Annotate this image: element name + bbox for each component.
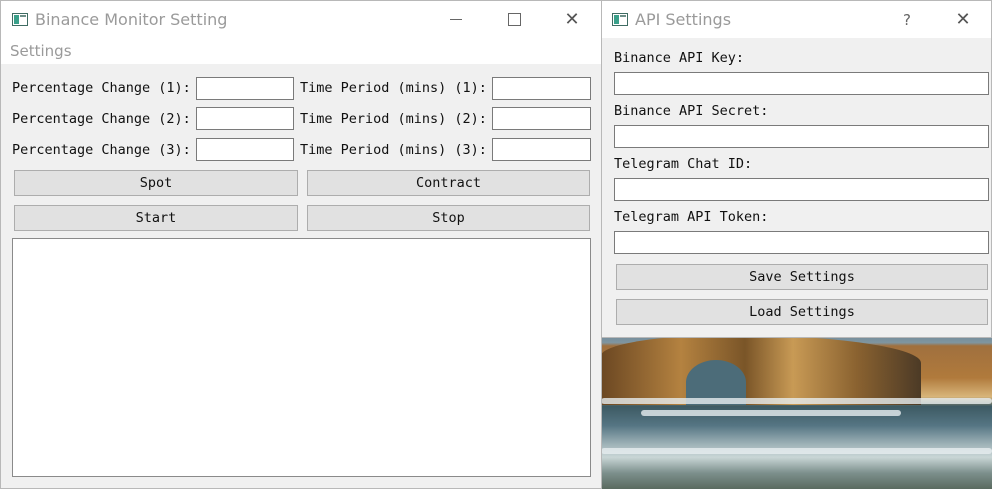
time-period-label-1: Time Period (mins) (1): [300,80,487,96]
close-icon: ✕ [564,9,580,30]
app-window-icon [612,13,628,26]
main-window-controls: ✕ [427,1,601,38]
api-settings-window: API Settings ? ✕ Binance API Key: Binanc… [601,0,992,338]
pct-change-input-2[interactable] [196,107,294,130]
telegram-api-token-label: Telegram API Token: [614,209,769,225]
menubar: Settings [1,38,601,64]
wallpaper-rock [601,335,921,405]
wallpaper-wave [601,398,992,404]
time-period-input-3[interactable] [492,138,591,161]
wallpaper-wave [601,448,992,454]
pct-change-label-1: Percentage Change (1): [12,80,191,96]
binance-api-key-input[interactable] [614,72,989,95]
help-button[interactable]: ? [879,1,935,38]
api-close-button[interactable]: ✕ [935,1,991,38]
start-button[interactable]: Start [14,205,298,231]
menu-settings[interactable]: Settings [10,42,72,60]
pct-change-input-1[interactable] [196,77,294,100]
binance-api-key-label: Binance API Key: [614,50,745,66]
pct-change-label-3: Percentage Change (3): [12,142,191,158]
binance-api-secret-label: Binance API Secret: [614,103,769,119]
pct-change-input-3[interactable] [196,138,294,161]
main-window: Binance Monitor Setting ✕ Settings Perce… [0,0,602,489]
maximize-icon [507,13,521,26]
maximize-button[interactable] [485,1,543,38]
minimize-icon [450,19,462,20]
save-settings-button[interactable]: Save Settings [616,264,988,290]
minimize-button[interactable] [427,1,485,38]
contract-button[interactable]: Contract [307,170,590,196]
api-titlebar[interactable]: API Settings ? ✕ [602,1,991,38]
telegram-api-token-input[interactable] [614,231,989,254]
close-icon: ✕ [955,9,971,30]
api-window-title: API Settings [635,10,732,29]
time-period-label-2: Time Period (mins) (2): [300,111,487,127]
binance-api-secret-input[interactable] [614,125,989,148]
api-window-controls: ? ✕ [879,1,991,38]
load-settings-button[interactable]: Load Settings [616,299,988,325]
time-period-input-1[interactable] [492,77,591,100]
close-button[interactable]: ✕ [543,1,601,38]
pct-change-label-2: Percentage Change (2): [12,111,191,127]
app-window-icon [12,13,28,26]
telegram-chat-id-input[interactable] [614,178,989,201]
log-output[interactable] [12,238,591,477]
main-window-title: Binance Monitor Setting [35,10,228,29]
wallpaper-wave [641,410,901,416]
time-period-label-3: Time Period (mins) (3): [300,142,487,158]
stop-button[interactable]: Stop [307,205,590,231]
help-icon: ? [903,10,911,29]
desktop-wallpaper [601,330,992,489]
spot-button[interactable]: Spot [14,170,298,196]
main-titlebar[interactable]: Binance Monitor Setting ✕ [1,1,601,38]
time-period-input-2[interactable] [492,107,591,130]
telegram-chat-id-label: Telegram Chat ID: [614,156,753,172]
